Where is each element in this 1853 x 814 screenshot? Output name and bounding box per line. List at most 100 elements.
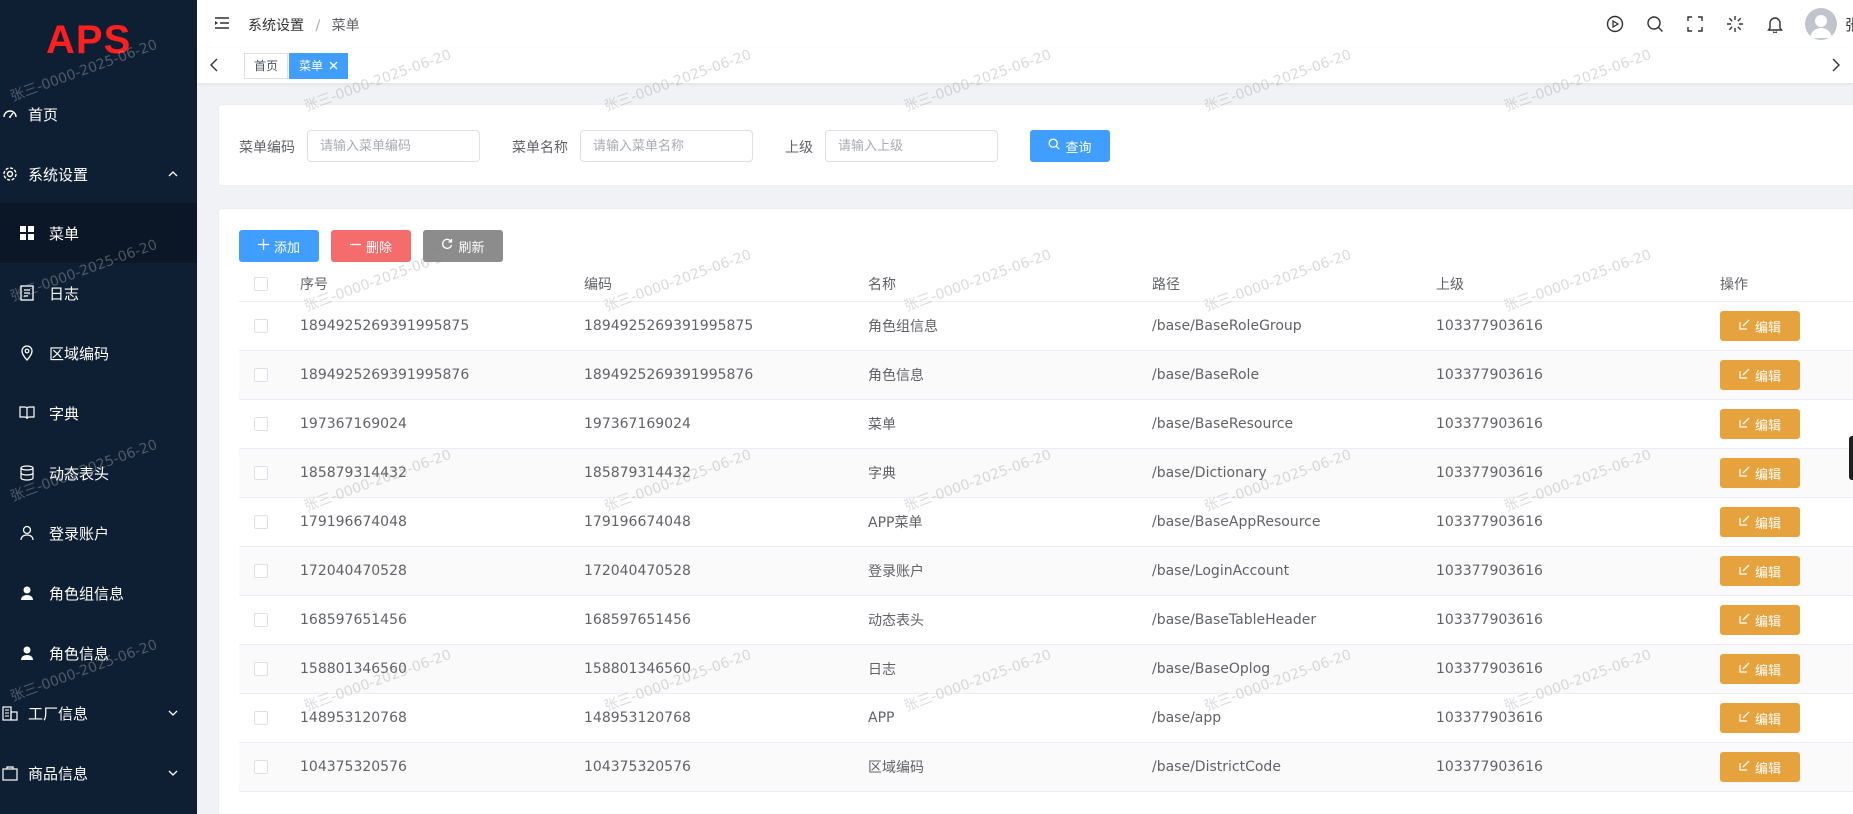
sidebar-item-label: 字典 bbox=[49, 404, 80, 423]
sidebar-item-factory[interactable]: 工厂信息 bbox=[0, 683, 197, 743]
edit-button[interactable]: 编辑 bbox=[1720, 654, 1800, 684]
sidebar-item-system-settings[interactable]: 系统设置 bbox=[0, 144, 197, 204]
table-row: 185879314432 185879314432 字典/base/Dictiona… bbox=[239, 449, 1853, 498]
edit-button[interactable]: 编辑 bbox=[1720, 360, 1800, 390]
parent-input[interactable] bbox=[825, 130, 998, 162]
minus-icon bbox=[349, 239, 361, 254]
code-input[interactable] bbox=[307, 130, 480, 162]
cell-actions: 编辑 bbox=[1720, 498, 1800, 546]
row-checkbox[interactable] bbox=[254, 302, 268, 350]
edit-button[interactable]: 编辑 bbox=[1720, 311, 1800, 341]
tag-menu[interactable]: 菜单 bbox=[289, 53, 349, 79]
row-checkbox[interactable] bbox=[254, 400, 268, 448]
edit-button[interactable]: 编辑 bbox=[1720, 556, 1800, 586]
building-icon bbox=[0, 703, 20, 723]
sidebar-item-menu[interactable]: 菜单 bbox=[0, 203, 197, 263]
row-checkbox[interactable] bbox=[254, 547, 268, 595]
query-button[interactable]: 查询 bbox=[1030, 130, 1110, 162]
name-input[interactable] bbox=[580, 130, 753, 162]
grid-icon bbox=[17, 223, 37, 243]
edit-button-label: 编辑 bbox=[1754, 320, 1781, 336]
sidebar-item-goods[interactable]: 商品信息 bbox=[0, 743, 197, 803]
cell-seq: 197367169024 bbox=[300, 416, 407, 432]
user-name[interactable]: 张 bbox=[1845, 14, 1853, 35]
cell-parent: 103377903616 bbox=[1436, 465, 1543, 481]
chevron-right-icon[interactable] bbox=[1827, 57, 1843, 77]
tag-home[interactable]: 首页 bbox=[244, 53, 289, 79]
sidebar-item-label: 商品信息 bbox=[28, 764, 89, 783]
cell-parent: 103377903616 bbox=[1436, 759, 1543, 775]
edit-button[interactable]: 编辑 bbox=[1720, 458, 1800, 488]
add-button[interactable]: 添加 bbox=[239, 230, 319, 262]
tag-label: 菜单 bbox=[299, 59, 324, 73]
user-outline-icon bbox=[17, 523, 37, 543]
fullscreen-icon[interactable] bbox=[1675, 12, 1715, 36]
edit-button[interactable]: 编辑 bbox=[1720, 409, 1800, 439]
select-all-checkbox[interactable] bbox=[254, 266, 268, 301]
edit-button[interactable]: 编辑 bbox=[1720, 507, 1800, 537]
cell-actions: 编辑 bbox=[1720, 449, 1800, 497]
book-icon bbox=[17, 403, 37, 423]
app-logo: APS bbox=[46, 18, 132, 62]
row-checkbox[interactable] bbox=[254, 498, 268, 546]
cell-parent: 103377903616 bbox=[1436, 563, 1543, 579]
column-header: 序号 bbox=[300, 276, 328, 293]
row-checkbox[interactable] bbox=[254, 743, 268, 791]
document-icon bbox=[17, 283, 37, 303]
sidebar-item-home[interactable]: 首页 bbox=[0, 84, 197, 144]
column-header: 操作 bbox=[1720, 276, 1748, 293]
cell-code: 185879314432 bbox=[584, 465, 691, 481]
name-label: 菜单名称 bbox=[512, 140, 568, 156]
sidebar-item-login-account[interactable]: 登录账户 bbox=[0, 503, 197, 563]
menu-fold-icon[interactable] bbox=[214, 15, 230, 35]
edit-icon bbox=[1739, 515, 1750, 530]
cell-path: /base/BaseTableHeader bbox=[1152, 612, 1317, 628]
loading-icon[interactable] bbox=[1715, 12, 1755, 36]
edit-button[interactable]: 编辑 bbox=[1720, 605, 1800, 635]
sidebar-item-log[interactable]: 日志 bbox=[0, 263, 197, 323]
cell-seq: 185879314432 bbox=[300, 465, 407, 481]
refresh-button[interactable]: 刷新 bbox=[423, 230, 503, 262]
table-body: 1894925269391995875 1894925269391995875 角色… bbox=[239, 302, 1853, 792]
column-header: 名称 bbox=[868, 276, 896, 293]
breadcrumb-item[interactable]: 系统设置 bbox=[248, 18, 304, 34]
cell-actions: 编辑 bbox=[1720, 302, 1800, 350]
cell-name: 菜单 bbox=[868, 417, 896, 433]
sidebar-item-label: 日志 bbox=[49, 284, 80, 303]
search-icon[interactable] bbox=[1635, 12, 1675, 36]
column-header: 路径 bbox=[1152, 276, 1180, 293]
cell-parent: 103377903616 bbox=[1436, 416, 1543, 432]
search-icon bbox=[1048, 138, 1061, 154]
row-checkbox[interactable] bbox=[254, 596, 268, 644]
sidebar-item-role[interactable]: 角色信息 bbox=[0, 623, 197, 683]
play-icon[interactable] bbox=[1595, 12, 1635, 36]
row-checkbox[interactable] bbox=[254, 449, 268, 497]
avatar[interactable] bbox=[1805, 8, 1837, 40]
breadcrumb-current: 菜单 bbox=[331, 18, 360, 34]
row-checkbox[interactable] bbox=[254, 694, 268, 742]
add-button-label: 添加 bbox=[273, 240, 300, 256]
cell-path: /base/Dictionary bbox=[1152, 465, 1267, 481]
row-checkbox[interactable] bbox=[254, 645, 268, 693]
delete-button[interactable]: 删除 bbox=[331, 230, 411, 262]
sidebar-item-dynamic-header[interactable]: 动态表头 bbox=[0, 443, 197, 503]
edit-button[interactable]: 编辑 bbox=[1720, 703, 1800, 733]
sidebar-item-dictionary[interactable]: 字典 bbox=[0, 383, 197, 443]
bell-icon[interactable] bbox=[1755, 12, 1795, 36]
sidebar-item-label: 动态表头 bbox=[49, 464, 110, 483]
cell-actions: 编辑 bbox=[1720, 596, 1800, 644]
sidebar-item-district-code[interactable]: 区域编码 bbox=[0, 323, 197, 383]
cell-parent: 103377903616 bbox=[1436, 661, 1543, 677]
edit-button[interactable]: 编辑 bbox=[1720, 752, 1800, 782]
row-checkbox[interactable] bbox=[254, 351, 268, 399]
cell-code: 148953120768 bbox=[584, 710, 691, 726]
chevron-left-icon[interactable] bbox=[207, 57, 223, 77]
table-card: 添加 删除 刷新 序号 编码 名称 路径 上级 操作 1894925269391… bbox=[218, 208, 1853, 814]
top-header: 系统设置 / 菜单 张 bbox=[197, 0, 1853, 48]
close-icon[interactable] bbox=[329, 54, 338, 78]
side-drawer-handle[interactable] bbox=[1849, 436, 1853, 480]
sidebar-item-role-group[interactable]: 角色组信息 bbox=[0, 563, 197, 623]
edit-icon bbox=[1739, 564, 1750, 579]
edit-icon bbox=[1739, 760, 1750, 775]
cell-parent: 103377903616 bbox=[1436, 612, 1543, 628]
